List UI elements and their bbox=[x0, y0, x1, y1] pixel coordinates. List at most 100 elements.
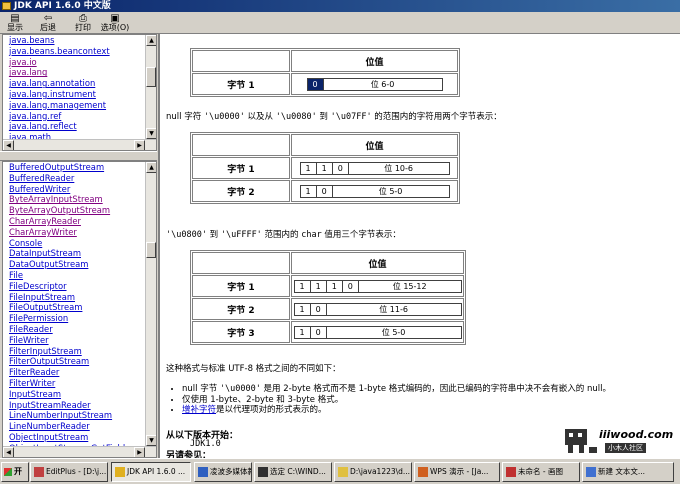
bit-layout: 110位 10-6 bbox=[299, 161, 450, 175]
class-link[interactable]: File bbox=[9, 270, 144, 281]
scroll-right-icon[interactable]: ▶ bbox=[134, 447, 145, 457]
taskbar-task-button[interactable]: WPS 演示 - [Ja... bbox=[414, 462, 500, 482]
app-icon bbox=[198, 467, 208, 477]
app-icon bbox=[506, 467, 516, 477]
class-list: BufferedOutputStream BufferedReader Buffer… bbox=[3, 162, 144, 446]
row-label: 字节 2 bbox=[192, 298, 290, 320]
package-list: java.beans java.beans.beancontext java.io j… bbox=[3, 35, 144, 139]
class-link[interactable]: FilterOutputStream bbox=[9, 356, 144, 367]
class-link[interactable]: FilterWriter bbox=[9, 378, 144, 389]
list-item: 仅使用 1-byte、2-byte 和 3-byte 格式。 bbox=[182, 395, 611, 406]
class-link[interactable]: CharArrayWriter bbox=[9, 227, 144, 238]
class-link[interactable]: Console bbox=[9, 238, 144, 249]
class-vertical-scrollbar[interactable]: ▲ ▼ bbox=[145, 162, 156, 446]
package-link[interactable]: java.lang bbox=[9, 67, 144, 78]
taskbar-task-button[interactable]: 凌波多媒体教... bbox=[194, 462, 252, 482]
paragraph: '\u0800' 到 '\uFFFF' 范围内的 char 值用三个字节表示： bbox=[166, 230, 401, 240]
class-link[interactable]: FileInputStream bbox=[9, 292, 144, 303]
scroll-down-icon[interactable]: ▼ bbox=[146, 435, 156, 446]
app-icon bbox=[418, 467, 428, 477]
class-link[interactable]: BufferedOutputStream bbox=[9, 162, 144, 173]
class-link[interactable]: InputStream bbox=[9, 389, 144, 400]
scroll-down-icon[interactable]: ▼ bbox=[146, 128, 156, 139]
start-button[interactable]: 开始 bbox=[1, 462, 29, 482]
class-link[interactable]: BufferedWriter bbox=[9, 184, 144, 195]
taskbar-task-button[interactable]: 新建 文本文... bbox=[582, 462, 674, 482]
print-button[interactable]: ⎙ 打印 bbox=[72, 13, 94, 33]
package-horizontal-scrollbar[interactable]: ◀ ▶ bbox=[3, 139, 156, 150]
class-link[interactable]: FileDescriptor bbox=[9, 281, 144, 292]
show-button[interactable]: ▤ 显示 bbox=[4, 13, 26, 33]
package-link[interactable]: java.lang.annotation bbox=[9, 78, 144, 89]
row-label: 字节 2 bbox=[192, 180, 290, 202]
package-link[interactable]: java.math bbox=[9, 132, 144, 139]
scroll-left-icon[interactable]: ◀ bbox=[3, 140, 14, 150]
watermark-text: iiiwood.com bbox=[599, 428, 674, 441]
row-label: 字节 1 bbox=[192, 157, 290, 179]
bit-cell: 位 6-0 bbox=[370, 79, 395, 89]
class-link[interactable]: FilterInputStream bbox=[9, 346, 144, 357]
paragraph: 这种格式与标准 UTF-8 格式之间的不同如下： bbox=[166, 364, 341, 374]
class-link[interactable]: InputStreamReader bbox=[9, 400, 144, 411]
class-link[interactable]: FilterReader bbox=[9, 367, 144, 378]
class-link[interactable]: DataInputStream bbox=[9, 248, 144, 259]
byte-table-1: 位值 字节 1 0 位 6-0 bbox=[190, 48, 460, 97]
package-link[interactable]: java.beans bbox=[9, 35, 144, 46]
byte-table-2: 位值 字节 1 110位 10-6 字节 2 10位 5-0 bbox=[190, 132, 460, 204]
class-horizontal-scrollbar[interactable]: ◀ ▶ bbox=[3, 446, 156, 457]
toolbar: ▤ 显示 ⇦ 后退 ⎙ 打印 ▣ 选项(O) bbox=[0, 12, 680, 34]
taskbar-task-button[interactable]: 选定 C:\WIND... bbox=[254, 462, 332, 482]
bit-layout: 1110位 15-12 bbox=[293, 279, 462, 293]
scroll-left-icon[interactable]: ◀ bbox=[3, 447, 14, 457]
see-also-heading: 另请参见： bbox=[166, 451, 212, 458]
bit-layout: 10位 5-0 bbox=[293, 325, 462, 339]
pane-splitter[interactable] bbox=[0, 151, 157, 161]
class-link[interactable]: DataOutputStream bbox=[9, 259, 144, 270]
task-label: EditPlus - [D:\j... bbox=[46, 467, 107, 476]
class-link[interactable]: FileOutputStream bbox=[9, 302, 144, 313]
row-label: 字节 1 bbox=[192, 275, 290, 297]
taskbar: 开始 EditPlus - [D:\j... JDK API 1.6.0 ... 凌… bbox=[0, 458, 680, 484]
window-title: JDK API 1.6.0 中文版 bbox=[14, 1, 111, 11]
class-list-pane: BufferedOutputStream BufferedReader Buffer… bbox=[2, 161, 157, 458]
class-link[interactable]: BufferedReader bbox=[9, 173, 144, 184]
class-link[interactable]: FileWriter bbox=[9, 335, 144, 346]
list-item: 增补字符是以代理项对的形式表示的。 bbox=[182, 405, 611, 416]
package-link[interactable]: java.io bbox=[9, 57, 144, 68]
app-icon bbox=[338, 467, 348, 477]
scroll-up-icon[interactable]: ▲ bbox=[146, 35, 156, 46]
package-link[interactable]: java.beans.beancontext bbox=[9, 46, 144, 57]
taskbar-task-button[interactable]: JDK API 1.6.0 ... bbox=[111, 462, 191, 482]
package-link[interactable]: java.lang.ref bbox=[9, 111, 144, 122]
class-link[interactable]: ByteArrayOutputStream bbox=[9, 205, 144, 216]
task-label: WPS 演示 - [Ja... bbox=[430, 467, 489, 476]
class-link[interactable]: FilePermission bbox=[9, 313, 144, 324]
class-link[interactable]: ObjectInputStream bbox=[9, 432, 144, 443]
sidebar: java.beans java.beans.beancontext java.io j… bbox=[0, 34, 157, 458]
class-link[interactable]: CharArrayReader bbox=[9, 216, 144, 227]
windows-logo-icon bbox=[4, 468, 12, 476]
package-link[interactable]: java.lang.reflect bbox=[9, 121, 144, 132]
taskbar-task-button[interactable]: D:\java1223\d... bbox=[334, 462, 412, 482]
bit-layout: 10位 5-0 bbox=[299, 184, 450, 198]
package-link[interactable]: java.lang.management bbox=[9, 100, 144, 111]
taskbar-task-button[interactable]: EditPlus - [D:\j... bbox=[30, 462, 108, 482]
class-link[interactable]: LineNumberReader bbox=[9, 421, 144, 432]
task-label: 凌波多媒体教... bbox=[210, 467, 251, 476]
back-button[interactable]: ⇦ 后退 bbox=[37, 13, 59, 33]
class-link[interactable]: ByteArrayInputStream bbox=[9, 194, 144, 205]
package-vertical-scrollbar[interactable]: ▲ ▼ bbox=[145, 35, 156, 139]
scroll-thumb[interactable] bbox=[146, 67, 156, 87]
scroll-right-icon[interactable]: ▶ bbox=[134, 140, 145, 150]
table-header: 位值 bbox=[291, 134, 458, 156]
package-link[interactable]: java.lang.instrument bbox=[9, 89, 144, 100]
scroll-thumb[interactable] bbox=[146, 242, 156, 258]
class-link[interactable]: LineNumberInputStream bbox=[9, 410, 144, 421]
difference-list: null 字节 '\u0000' 是用 2-byte 格式而不是 1-byte … bbox=[182, 384, 611, 416]
scroll-up-icon[interactable]: ▲ bbox=[146, 162, 156, 173]
row-label: 字节 3 bbox=[192, 321, 290, 343]
supplementary-chars-link[interactable]: 增补字符 bbox=[182, 405, 216, 415]
class-link[interactable]: FileReader bbox=[9, 324, 144, 335]
options-button[interactable]: ▣ 选项(O) bbox=[100, 13, 130, 33]
taskbar-task-button[interactable]: 未命名 - 画图 bbox=[502, 462, 580, 482]
